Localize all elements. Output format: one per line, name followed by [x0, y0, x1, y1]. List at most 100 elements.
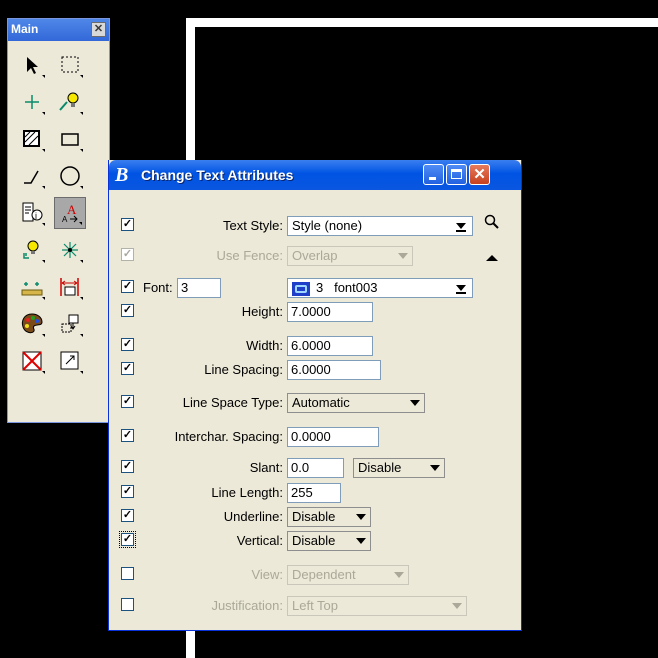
justification-label: Justification: — [211, 598, 283, 613]
svg-text:A: A — [67, 202, 77, 217]
lightbulb-info-icon[interactable] — [54, 86, 86, 118]
underline-checkbox[interactable]: ✓ — [121, 509, 134, 522]
main-palette-title: Main — [11, 22, 39, 36]
slant-mode-value: Disable — [358, 460, 402, 475]
row-text-style: ✓ Text Style: Style (none) — [109, 214, 521, 236]
line-length-checkbox[interactable]: ✓ — [121, 485, 134, 498]
row-line-space-type: ✓ Line Space Type: Automatic — [109, 391, 521, 413]
row-slant: ✓ Slant: 0.0 Disable — [109, 456, 521, 478]
vertical-dropdown[interactable]: Disable — [287, 531, 371, 551]
width-field[interactable]: 6.0000 — [287, 336, 373, 356]
width-label: Width: — [246, 338, 283, 353]
lightbulb-cell-icon[interactable] — [16, 234, 48, 266]
close-icon: ✕ — [473, 166, 486, 183]
row-width: ✓ Width: 6.0000 — [109, 334, 521, 356]
element-info-icon[interactable]: i — [16, 197, 48, 229]
row-use-fence: ✓ Use Fence: Overlap — [109, 244, 521, 266]
vertical-value: Disable — [292, 533, 336, 548]
text-style-value: Style (none) — [292, 218, 363, 233]
use-fence-dropdown[interactable]: Overlap — [287, 246, 413, 266]
line-icon[interactable] — [16, 160, 48, 192]
scroll-up-icon[interactable] — [486, 250, 498, 265]
row-underline: ✓ Underline: Disable — [109, 505, 521, 527]
view-value: Dependent — [292, 567, 356, 582]
svg-text:i: i — [35, 211, 37, 221]
row-line-length: ✓ Line Length: 255 — [109, 481, 521, 503]
underline-value: Disable — [292, 509, 336, 524]
scale-icon[interactable] — [54, 345, 86, 377]
text-style-checkbox[interactable]: ✓ — [121, 218, 134, 231]
palette-icon[interactable] — [16, 308, 48, 340]
element-selection-icon[interactable] — [16, 49, 48, 81]
justification-checkbox[interactable] — [121, 598, 134, 611]
point-star-icon[interactable] — [54, 234, 86, 266]
dialog-titlebar[interactable]: B Change Text Attributes ✕ — [109, 160, 521, 190]
line-space-type-label: Line Space Type: — [182, 395, 283, 410]
text-tool-icon[interactable]: AA — [54, 197, 86, 229]
view-dropdown[interactable]: Dependent — [287, 565, 409, 585]
line-space-type-value: Automatic — [292, 395, 350, 410]
width-checkbox[interactable]: ✓ — [121, 338, 134, 351]
slant-mode-dropdown[interactable]: Disable — [353, 458, 445, 478]
bentley-logo-icon: B — [115, 164, 129, 186]
svg-text:A: A — [62, 215, 68, 224]
font-type-icon — [292, 281, 310, 296]
height-field[interactable]: 7.0000 — [287, 302, 373, 322]
line-space-type-checkbox[interactable]: ✓ — [121, 395, 134, 408]
close-button[interactable]: ✕ — [469, 164, 490, 185]
slant-checkbox[interactable]: ✓ — [121, 460, 134, 473]
row-justification: Justification: Left Top — [109, 594, 521, 616]
font-dropdown-name: font003 — [334, 280, 378, 295]
interchar-spacing-label: Interchar. Spacing: — [174, 429, 283, 444]
interchar-spacing-checkbox[interactable]: ✓ — [121, 429, 134, 442]
justification-value: Left Top — [292, 598, 339, 613]
line-length-field[interactable]: 255 — [287, 483, 341, 503]
fence-block-icon[interactable] — [54, 49, 86, 81]
font-dropdown[interactable]: 3 font003 — [287, 278, 473, 298]
search-icon[interactable] — [484, 214, 500, 233]
slant-label: Slant: — [249, 460, 283, 475]
line-length-label: Line Length: — [211, 485, 283, 500]
underline-dropdown[interactable]: Disable — [287, 507, 371, 527]
font-checkbox[interactable]: ✓ — [121, 280, 134, 293]
font-label: Font: — [143, 280, 173, 295]
measure-distance-icon[interactable] — [16, 271, 48, 303]
slant-field[interactable]: 0.0 — [287, 458, 344, 478]
dimension-icon[interactable] — [54, 271, 86, 303]
line-space-type-dropdown[interactable]: Automatic — [287, 393, 425, 413]
rectangle-icon[interactable] — [54, 123, 86, 155]
font-number-field[interactable]: 3 — [177, 278, 221, 298]
underline-label: Underline: — [223, 509, 283, 524]
use-fence-label: Use Fence: — [216, 248, 283, 263]
row-view: View: Dependent — [109, 563, 521, 585]
move-copy-icon[interactable] — [54, 308, 86, 340]
dialog-title: Change Text Attributes — [141, 167, 294, 183]
justification-dropdown[interactable]: Left Top — [287, 596, 467, 616]
use-fence-checkbox[interactable]: ✓ — [121, 248, 134, 261]
hatch-area-icon[interactable] — [16, 123, 48, 155]
view-label: View: — [251, 567, 283, 582]
change-text-attributes-dialog: B Change Text Attributes ✕ ✓ Text Style:… — [108, 160, 522, 631]
delete-icon[interactable] — [16, 345, 48, 377]
line-spacing-label: Line Spacing: — [204, 362, 283, 377]
minimize-icon[interactable] — [423, 164, 444, 185]
circle-icon[interactable] — [54, 160, 86, 192]
tentative-point-icon[interactable] — [16, 86, 48, 118]
text-style-dropdown[interactable]: Style (none) — [287, 216, 473, 236]
maximize-icon[interactable] — [446, 164, 467, 185]
row-interchar-spacing: ✓ Interchar. Spacing: 0.0000 — [109, 425, 521, 447]
vertical-label: Vertical: — [236, 533, 283, 548]
text-style-label: Text Style: — [223, 218, 283, 233]
line-spacing-checkbox[interactable]: ✓ — [121, 362, 134, 375]
view-checkbox[interactable] — [121, 567, 134, 580]
main-tool-palette: Main ✕ i A A — [7, 18, 110, 423]
close-icon[interactable]: ✕ — [91, 22, 106, 37]
interchar-spacing-field[interactable]: 0.0000 — [287, 427, 379, 447]
height-checkbox[interactable]: ✓ — [121, 304, 134, 317]
vertical-checkbox[interactable]: ✓ — [119, 531, 136, 548]
line-spacing-field[interactable]: 6.0000 — [287, 360, 381, 380]
row-height: ✓ Height: 7.0000 — [109, 300, 521, 322]
row-vertical: ✓ Vertical: Disable — [109, 529, 521, 551]
main-palette-titlebar[interactable]: Main ✕ — [8, 19, 109, 41]
row-font: ✓ Font: 3 3 font003 — [109, 276, 521, 298]
